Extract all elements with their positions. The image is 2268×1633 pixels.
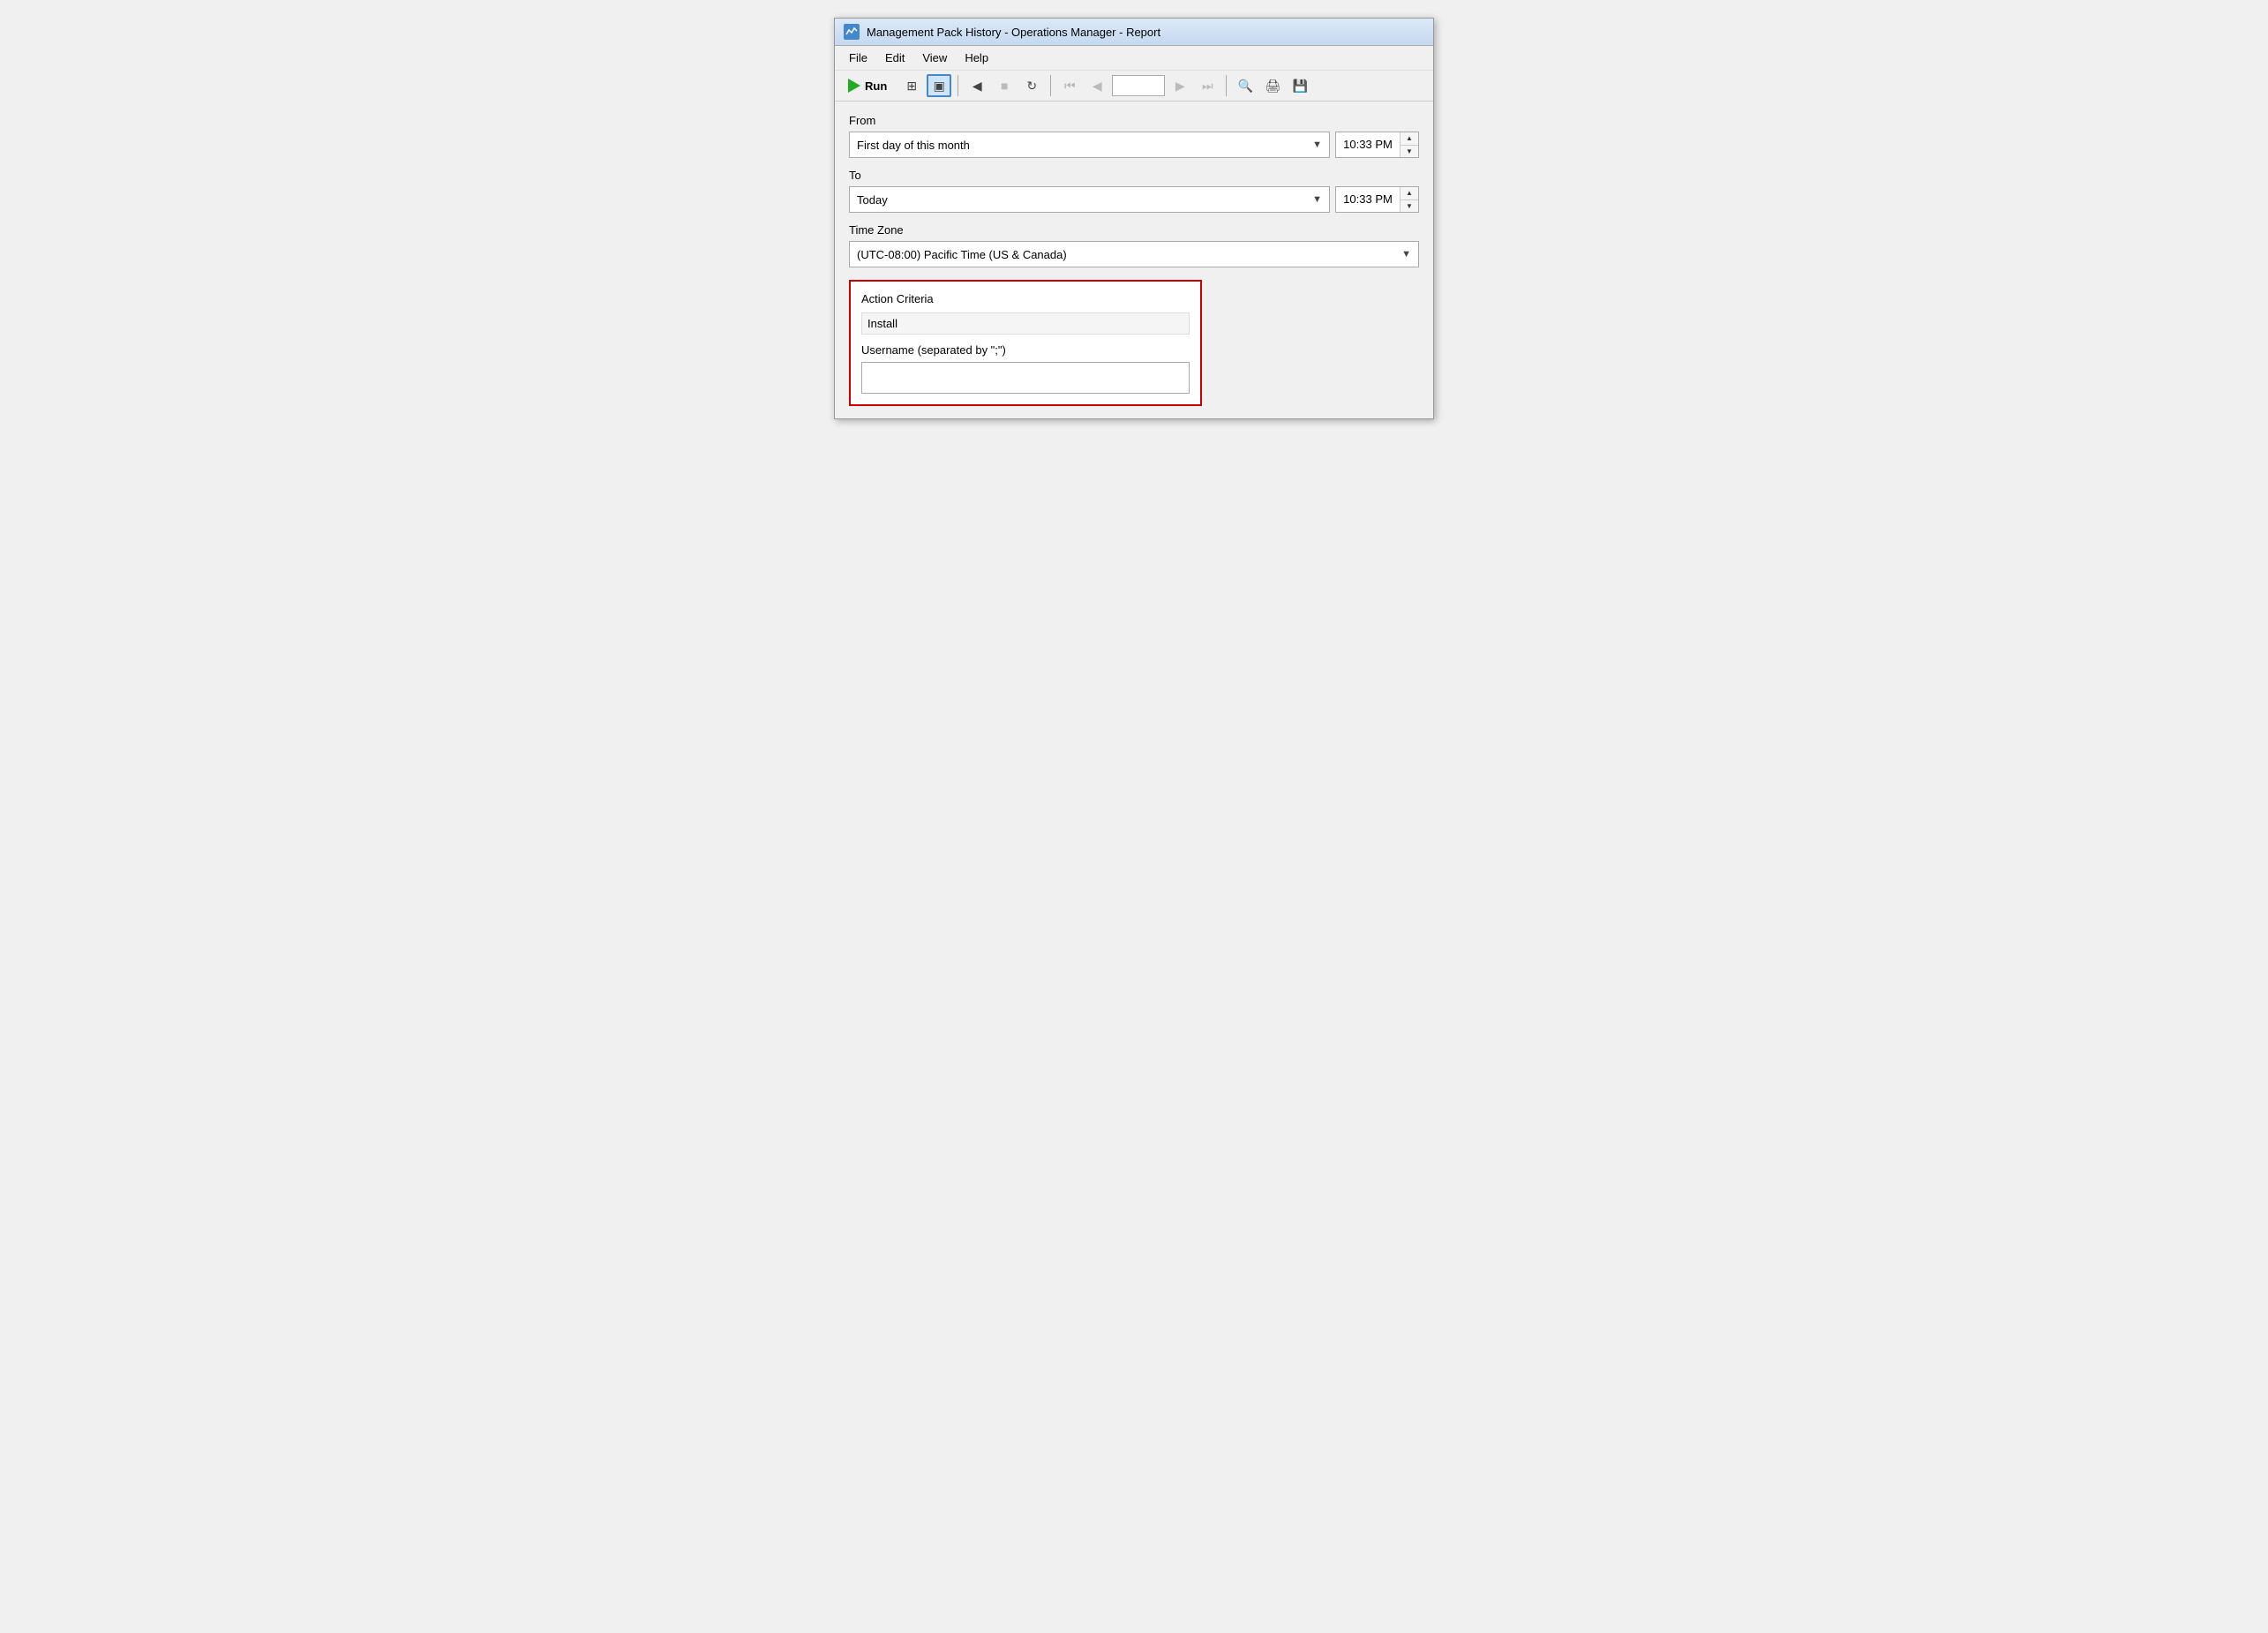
back-icon: ◀ (973, 79, 982, 94)
last-page-button[interactable]: ⏭ (1195, 74, 1220, 97)
first-page-icon: ⏮ (1064, 79, 1076, 94)
from-time-down-button[interactable]: ▼ (1401, 146, 1418, 158)
next-page-button[interactable]: ▶ (1168, 74, 1192, 97)
refresh-icon: ↻ (1026, 79, 1037, 94)
page-number-input[interactable] (1112, 75, 1165, 96)
toolbar: Run ⊞ ▣ ◀ ■ ↻ ⏮ ◀ ▶ ⏭ (835, 71, 1433, 102)
to-time-down-button[interactable]: ▼ (1401, 200, 1418, 213)
to-row: Today ▼ 10:33 PM ▲ ▼ (849, 186, 1419, 213)
run-icon (848, 79, 860, 93)
from-dropdown-arrow-icon: ▼ (1312, 139, 1322, 150)
stop-button[interactable]: ■ (992, 74, 1017, 97)
menu-view[interactable]: View (915, 49, 954, 67)
timezone-dropdown-arrow-icon: ▼ (1401, 249, 1411, 260)
run-label: Run (865, 79, 887, 93)
page-view-icon: ▣ (934, 79, 945, 94)
criteria-section-label: Action Criteria (861, 292, 1190, 305)
prev-page-icon: ◀ (1093, 79, 1102, 94)
from-time-spinner: 10:33 PM ▲ ▼ (1335, 132, 1419, 158)
menu-file[interactable]: File (842, 49, 875, 67)
grid-view-button[interactable]: ⊞ (899, 74, 924, 97)
username-label: Username (separated by ";") (861, 343, 1190, 357)
menu-bar: File Edit View Help (835, 46, 1433, 71)
from-dropdown-value: First day of this month (857, 139, 970, 152)
run-button[interactable]: Run (842, 75, 897, 96)
prev-page-button[interactable]: ◀ (1085, 74, 1109, 97)
stop-icon: ■ (1001, 79, 1008, 93)
from-time-up-button[interactable]: ▲ (1401, 132, 1418, 146)
grid-view-icon: ⊞ (906, 79, 917, 94)
zoom-icon: 🔍 (1238, 79, 1253, 94)
to-dropdown[interactable]: Today ▼ (849, 186, 1330, 213)
to-dropdown-value: Today (857, 193, 888, 207)
timezone-label: Time Zone (849, 223, 1419, 237)
from-label: From (849, 114, 1419, 127)
next-page-icon: ▶ (1175, 79, 1185, 94)
print-icon: 🖨 (1265, 79, 1280, 94)
action-criteria-value: Install (861, 312, 1190, 335)
content-area: From First day of this month ▼ 10:33 PM … (835, 102, 1433, 418)
print-button[interactable]: 🖨 (1260, 74, 1285, 97)
to-time-arrows: ▲ ▼ (1400, 187, 1418, 212)
export-button[interactable]: 💾 (1288, 74, 1312, 97)
to-label: To (849, 169, 1419, 182)
to-time-up-button[interactable]: ▲ (1401, 187, 1418, 200)
timezone-row: Time Zone (UTC-08:00) Pacific Time (US &… (849, 223, 1419, 267)
criteria-section: Action Criteria Install Username (separa… (849, 280, 1202, 406)
first-page-button[interactable]: ⏮ (1057, 74, 1082, 97)
page-view-button[interactable]: ▣ (927, 74, 951, 97)
main-window: Management Pack History - Operations Man… (834, 18, 1434, 419)
separator-2 (1050, 75, 1051, 96)
from-time-arrows: ▲ ▼ (1400, 132, 1418, 157)
from-dropdown[interactable]: First day of this month ▼ (849, 132, 1330, 158)
last-page-icon: ⏭ (1202, 79, 1213, 94)
title-bar: Management Pack History - Operations Man… (835, 19, 1433, 46)
timezone-value: (UTC-08:00) Pacific Time (US & Canada) (857, 248, 1067, 261)
from-time-value: 10:33 PM (1336, 132, 1400, 157)
back-button[interactable]: ◀ (965, 74, 989, 97)
to-dropdown-arrow-icon: ▼ (1312, 194, 1322, 205)
app-icon (844, 24, 860, 40)
username-input[interactable] (861, 362, 1190, 394)
export-icon: 💾 (1293, 79, 1308, 94)
zoom-button[interactable]: 🔍 (1233, 74, 1258, 97)
to-time-value: 10:33 PM (1336, 187, 1400, 212)
menu-help[interactable]: Help (958, 49, 995, 67)
window-title: Management Pack History - Operations Man… (867, 26, 1160, 39)
timezone-dropdown[interactable]: (UTC-08:00) Pacific Time (US & Canada) ▼ (849, 241, 1419, 267)
refresh-button[interactable]: ↻ (1019, 74, 1044, 97)
menu-edit[interactable]: Edit (878, 49, 912, 67)
separator-3 (1226, 75, 1227, 96)
to-time-spinner: 10:33 PM ▲ ▼ (1335, 186, 1419, 213)
from-row: First day of this month ▼ 10:33 PM ▲ ▼ (849, 132, 1419, 158)
